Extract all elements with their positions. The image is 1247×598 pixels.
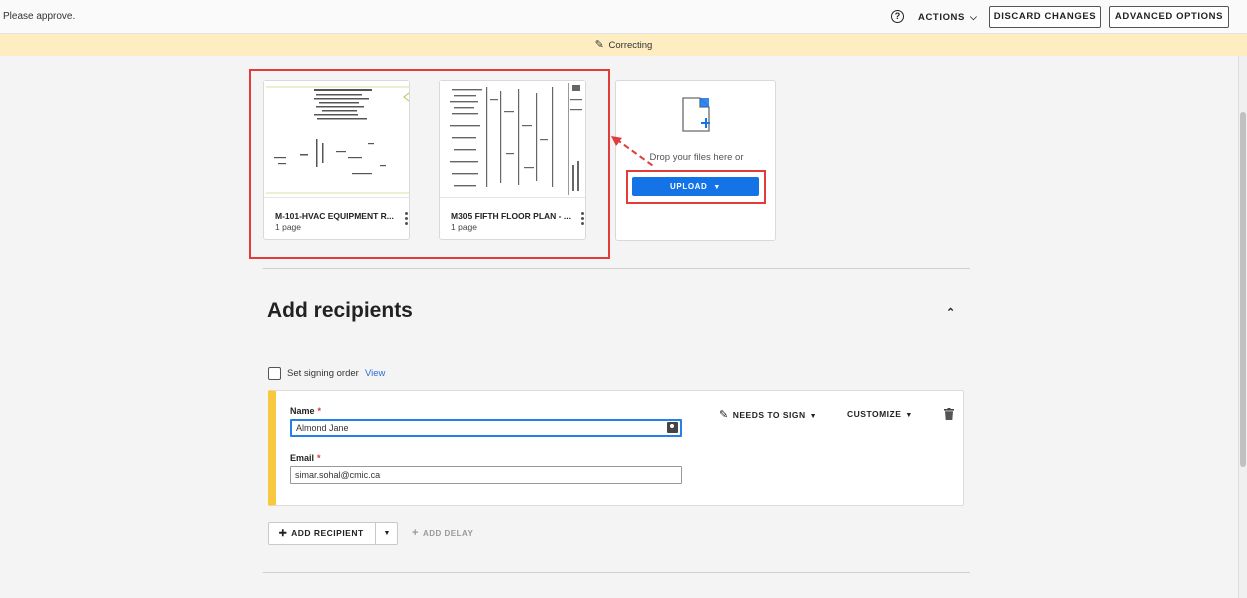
advanced-options-button[interactable]: ADVANCED OPTIONS (1109, 6, 1229, 28)
caret-down-icon: ▼ (809, 413, 818, 420)
add-delay-button[interactable]: + ADD DELAY (412, 527, 473, 539)
correcting-banner: ✎ Correcting (0, 34, 1247, 56)
add-delay-label: ADD DELAY (422, 529, 474, 538)
role-label: NEEDS TO SIGN (732, 410, 806, 420)
add-recipient-dropdown[interactable]: ▼ (376, 523, 398, 544)
signing-order-checkbox[interactable] (268, 367, 281, 380)
email-value: simar.sohal@cmic.ca (295, 470, 381, 480)
name-value: Almond Jane (296, 423, 349, 433)
discard-changes-button[interactable]: DISCARD CHANGES (989, 6, 1101, 28)
chevron-up-icon[interactable]: ⌃ (946, 306, 955, 319)
upload-dropzone[interactable]: Drop your files here or (615, 80, 776, 241)
add-recipient-split-button: ➕︎ ADD RECIPIENT ▼ (268, 522, 398, 545)
caret-down-icon: ▼ (905, 412, 913, 419)
customize-label: CUSTOMIZE (847, 409, 902, 419)
add-person-icon: ➕︎ (279, 528, 288, 539)
scrollbar-thumb[interactable] (1240, 112, 1246, 467)
signing-order-label: Set signing order (287, 368, 359, 379)
add-recipient-label: ADD RECIPIENT (291, 528, 364, 538)
section-divider (263, 268, 970, 269)
address-book-icon[interactable] (667, 422, 678, 433)
top-bar: Please approve. ? ACTIONS ⌵ DISCARD CHANG… (0, 0, 1247, 34)
highlight-box-upload (626, 170, 766, 204)
section-title: Add recipients (267, 299, 413, 322)
pencil-icon: ✎ (594, 39, 604, 51)
recipient-card: Name * Almond Jane Email * simar.sohal@cmi… (268, 390, 964, 506)
name-label: Name * (290, 406, 322, 416)
chevron-down-icon: ⌵ (969, 12, 978, 22)
add-file-icon (682, 97, 710, 132)
add-recipient-button[interactable]: ➕︎ ADD RECIPIENT (269, 523, 376, 544)
highlight-box-files (249, 69, 610, 259)
plus-icon: + (412, 527, 419, 539)
caret-down-icon: ▼ (383, 530, 391, 537)
actions-label: ACTIONS (918, 12, 965, 23)
section-divider (263, 572, 970, 573)
customize-dropdown[interactable]: CUSTOMIZE ▼ (847, 409, 913, 419)
status-message: Please approve. (3, 11, 76, 22)
help-icon[interactable]: ? (891, 10, 904, 23)
view-link[interactable]: View (365, 368, 385, 379)
vertical-scrollbar[interactable] (1238, 56, 1247, 598)
role-dropdown[interactable]: ✎ NEEDS TO SIGN ▼ (719, 408, 817, 421)
email-input[interactable]: simar.sohal@cmic.ca (290, 466, 682, 484)
actions-menu[interactable]: ACTIONS ⌵ (918, 12, 977, 23)
trash-icon[interactable] (944, 408, 954, 420)
name-input[interactable]: Almond Jane (290, 419, 682, 437)
banner-text: Correcting (608, 40, 653, 51)
email-label: Email * (290, 453, 321, 463)
pen-icon: ✎ (719, 409, 729, 421)
